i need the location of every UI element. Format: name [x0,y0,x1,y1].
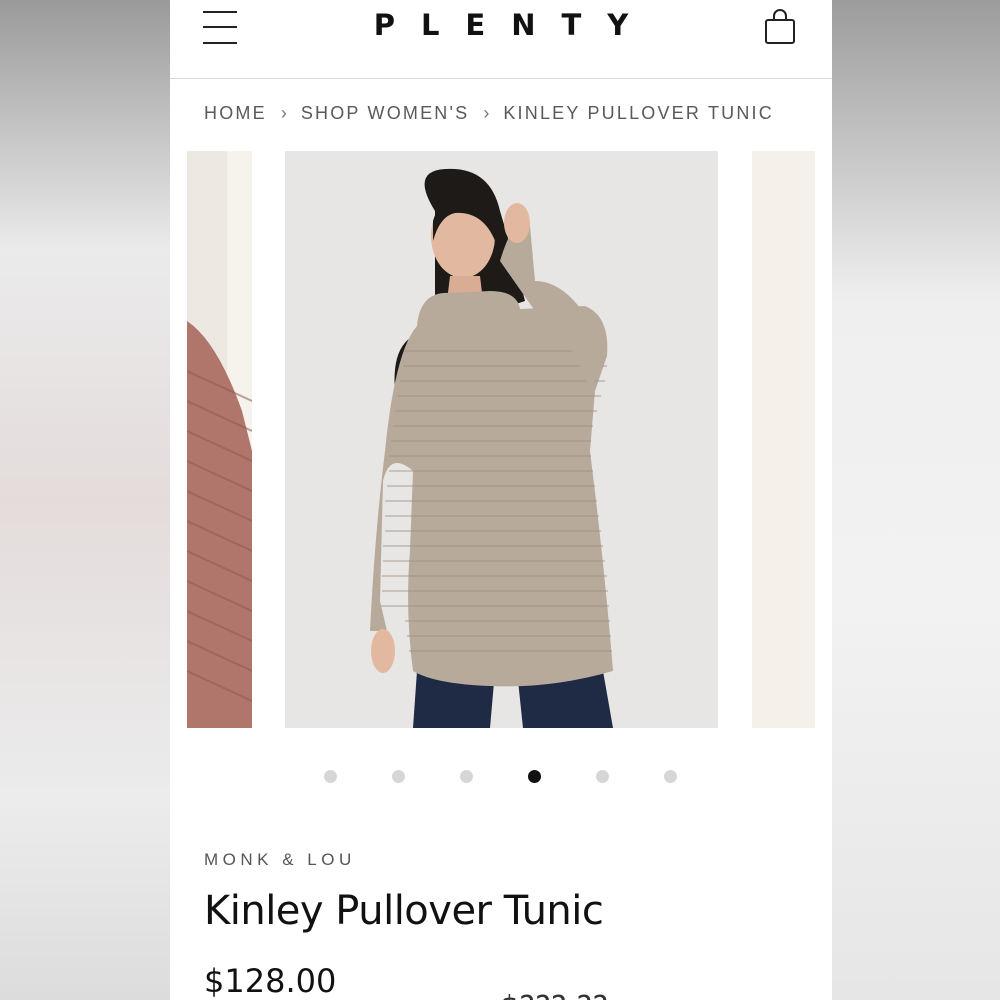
background-right [832,0,1000,1000]
next-product-image[interactable] [752,151,815,728]
breadcrumb-separator: › [483,103,490,123]
background-left [0,0,170,1000]
carousel-dot[interactable] [324,770,337,783]
product-brand[interactable]: MONK & LOU [204,850,356,870]
carousel-dot[interactable] [664,770,677,783]
carousel-dot-active[interactable] [528,770,541,783]
site-header: PLENTY [170,0,832,79]
breadcrumb: HOME › SHOP WOMEN'S › KINLEY PULLOVER TUNIC [204,103,774,124]
phone-screen: PLENTY HOME › SHOP WOMEN'S › KINLEY PULLOVER… [170,0,832,1000]
product-image-main[interactable] [285,151,718,728]
carousel-dot[interactable] [460,770,473,783]
product-image-carousel[interactable] [170,151,832,729]
shopping-bag-icon[interactable] [764,9,796,45]
breadcrumb-home[interactable]: HOME [204,103,267,123]
product-price: $128.00 [204,962,337,1000]
partial-price-cutoff: $???.?? [500,990,608,1000]
breadcrumb-current-product: KINLEY PULLOVER TUNIC [503,103,774,123]
breadcrumb-shop-womens[interactable]: SHOP WOMEN'S [301,103,470,123]
previous-product-image[interactable] [187,151,252,728]
carousel-dot[interactable] [392,770,405,783]
product-title: Kinley Pullover Tunic [204,888,604,934]
carousel-dot[interactable] [596,770,609,783]
breadcrumb-separator: › [280,103,287,123]
carousel-pagination [170,770,832,784]
site-logo[interactable]: PLENTY [170,8,832,42]
